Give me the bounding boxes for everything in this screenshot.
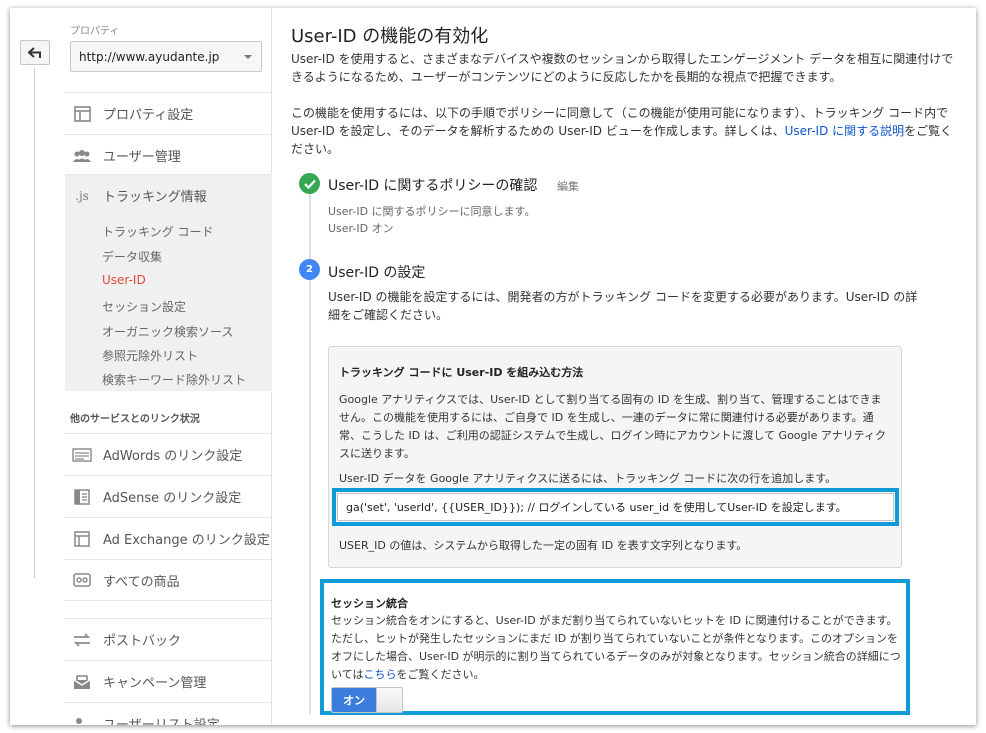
session-description: セッション統合をオンにすると、User-ID がまだ割り当てられていないヒットを… bbox=[331, 612, 906, 684]
all-products-icon bbox=[71, 571, 93, 589]
userlist-icon bbox=[71, 715, 93, 726]
adwords-icon bbox=[71, 446, 93, 464]
sidebar-item-label: トラッキング情報 bbox=[103, 190, 207, 205]
sidebar-item-userlist[interactable]: ユーザーリスト設定 bbox=[65, 702, 272, 725]
session-unification-toggle[interactable]: オン bbox=[331, 687, 403, 713]
sidebar-item-label: プロパティ設定 bbox=[103, 108, 194, 123]
toggle-knob bbox=[376, 688, 402, 712]
submenu-item-session-settings[interactable]: セッション設定 bbox=[102, 298, 186, 315]
sidebar-item-label: ユーザーリスト設定 bbox=[103, 714, 220, 725]
card-text-3: USER_ID の値は、システムから取得した一定の固有 ID を表す文字列となり… bbox=[339, 539, 748, 552]
submenu-item-data-collection[interactable]: データ収集 bbox=[102, 248, 162, 265]
card-text-2: User-ID データを Google アナリティクスに送るには、トラッキング … bbox=[339, 472, 837, 485]
session-help-link[interactable]: こちら bbox=[363, 668, 396, 681]
adsense-icon bbox=[71, 488, 93, 506]
session-text-after: をご覧ください。 bbox=[396, 668, 485, 681]
sidebar-item-label: AdSense のリンク設定 bbox=[103, 491, 242, 506]
sidebar-item-adsense[interactable]: AdSense のリンク設定 bbox=[65, 475, 272, 517]
step2-description: User-ID の機能を設定するには、開発者の方がトラッキング コードを変更する… bbox=[328, 290, 918, 322]
sidebar-item-label: Ad Exchange のリンク設定 bbox=[103, 533, 270, 548]
submenu-item-user-id[interactable]: User-ID bbox=[102, 273, 146, 287]
property-label: プロパティ bbox=[70, 26, 120, 37]
step1-line1: User-ID に関するポリシーに同意します。 bbox=[328, 205, 536, 218]
step2-title: User-ID の設定 bbox=[328, 265, 426, 281]
code-highlight-box bbox=[332, 488, 899, 526]
page-title: User-ID の機能の有効化 bbox=[291, 26, 489, 47]
intro-text: User-ID を使用すると、さまざまなデバイスや複数のセッションから取得したエ… bbox=[291, 52, 954, 84]
app-window: プロパティ http://www.ayudante.jp プロパティ設定 ユーザ… bbox=[10, 8, 976, 725]
links-section-label: 他のサービスとのリンク状況 bbox=[70, 414, 200, 425]
sidebar-item-user-management[interactable]: ユーザー管理 bbox=[65, 134, 272, 176]
sidebar-item-adwords[interactable]: AdWords のリンク設定 bbox=[65, 433, 272, 475]
sidebar-item-postback[interactable]: ポストバック bbox=[65, 618, 272, 660]
submenu-item-referral-exclusion[interactable]: 参照元除外リスト bbox=[102, 347, 198, 364]
sidebar-item-campaign[interactable]: キャンペーン管理 bbox=[65, 660, 272, 702]
card-text-1: Google アナリティクスでは、User-ID として割り当てる固有の ID … bbox=[339, 393, 886, 460]
step1-title: User-ID に関するポリシーの確認 bbox=[328, 178, 538, 194]
sidebar-item-property-settings[interactable]: プロパティ設定 bbox=[65, 92, 272, 134]
campaign-icon bbox=[71, 673, 93, 691]
sidebar-item-label: すべての商品 bbox=[103, 574, 180, 590]
session-title: セッション統合 bbox=[331, 597, 408, 610]
submenu-item-tracking-code[interactable]: トラッキング コード bbox=[102, 223, 213, 240]
card-title: トラッキング コードに User-ID を組み込む方法 bbox=[339, 366, 584, 379]
js-icon: .js bbox=[75, 188, 89, 203]
sidebar-item-label: ユーザー管理 bbox=[103, 150, 181, 165]
sidebar-item-adexchange[interactable]: Ad Exchange のリンク設定 bbox=[65, 517, 272, 559]
howto-text: この機能を使用するには、以下の手順でポリシーに同意して（この機能が使用可能になり… bbox=[291, 104, 963, 158]
users-icon bbox=[71, 147, 93, 165]
sidebar-item-label: ポストバック bbox=[103, 634, 182, 649]
toggle-on-label: オン bbox=[332, 688, 376, 712]
window-icon bbox=[71, 105, 93, 123]
tracking-code-help-card: トラッキング コードに User-ID を組み込む方法 Google アナリティ… bbox=[328, 346, 902, 568]
step1-edit-link[interactable]: 編集 bbox=[557, 178, 579, 194]
submenu-item-search-term-exclusion[interactable]: 検索キーワード除外リスト bbox=[102, 371, 246, 388]
back-rail-divider bbox=[34, 68, 35, 578]
back-button[interactable] bbox=[20, 40, 50, 65]
sidebar-item-label: キャンペーン管理 bbox=[103, 676, 207, 691]
user-id-help-link[interactable]: User-ID に関する説明 bbox=[785, 124, 905, 138]
property-select-value: http://www.ayudante.jp bbox=[79, 49, 220, 64]
session-unification-panel: セッション統合 セッション統合をオンにすると、User-ID がまだ割り当てられ… bbox=[320, 579, 910, 715]
sidebar-item-all-products[interactable]: すべての商品 bbox=[65, 559, 272, 601]
sidebar-item-label: AdWords のリンク設定 bbox=[103, 449, 243, 464]
step1-line2: User-ID オン bbox=[328, 222, 394, 235]
main-content: User-ID の機能の有効化 User-ID を使用すると、さまざまなデバイス… bbox=[280, 8, 976, 725]
property-select[interactable]: http://www.ayudante.jp bbox=[70, 41, 262, 72]
back-arrow-icon bbox=[28, 46, 41, 58]
step2-number: 2 bbox=[299, 259, 320, 280]
adexchange-icon bbox=[71, 530, 93, 548]
tracking-submenu: トラッキング コード データ収集 User-ID セッション設定 オーガニック検… bbox=[65, 213, 272, 391]
submenu-item-organic-search[interactable]: オーガニック検索ソース bbox=[102, 323, 233, 340]
chevron-down-icon bbox=[244, 55, 252, 59]
checkmark-icon bbox=[299, 173, 320, 194]
postback-icon bbox=[71, 631, 93, 649]
admin-sidebar: プロパティ http://www.ayudante.jp プロパティ設定 ユーザ… bbox=[65, 8, 272, 725]
sidebar-item-tracking-info[interactable]: .js トラッキング情報 bbox=[65, 174, 272, 216]
